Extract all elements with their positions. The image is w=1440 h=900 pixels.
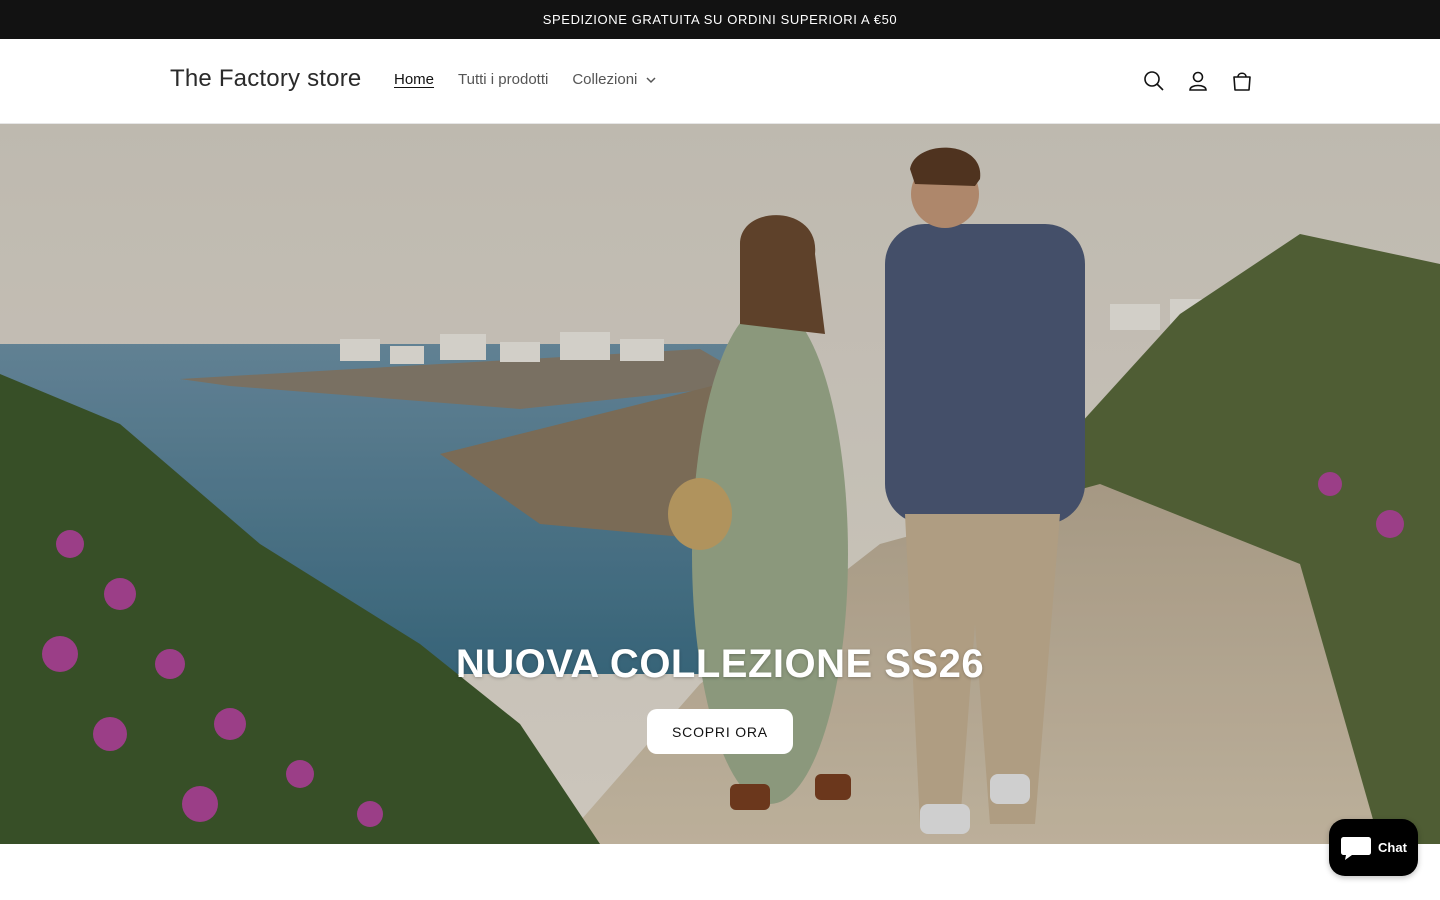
account-icon xyxy=(1189,71,1207,91)
chevron-down-icon xyxy=(646,76,656,83)
announcement-text: SPEDIZIONE GRATUITA SU ORDINI SUPERIORI … xyxy=(542,12,898,27)
chat-button[interactable]: Chat xyxy=(1329,819,1418,876)
nav-home[interactable]: Home xyxy=(394,71,434,88)
hero-banner: NUOVA COLLEZIONE SS26 SCOPRI ORA xyxy=(0,124,1440,844)
header-icons xyxy=(1132,67,1264,95)
search-icon xyxy=(1144,71,1164,91)
account-button[interactable] xyxy=(1176,67,1220,95)
main-nav: Home Tutti i prodotti Collezioni xyxy=(394,71,681,88)
store-logo[interactable]: The Factory store xyxy=(170,65,361,93)
hero-title: NUOVA COLLEZIONE SS26 xyxy=(455,642,985,686)
announcement-bar: SPEDIZIONE GRATUITA SU ORDINI SUPERIORI … xyxy=(0,0,1440,39)
cart-icon xyxy=(1233,72,1251,91)
chat-label: Chat xyxy=(1378,840,1407,855)
nav-collections[interactable]: Collezioni xyxy=(572,71,657,88)
shop-now-button[interactable]: SCOPRI ORA xyxy=(647,709,793,754)
cart-button[interactable] xyxy=(1220,67,1264,95)
nav-collections-label: Collezioni xyxy=(572,71,638,88)
nav-all-products[interactable]: Tutti i prodotti xyxy=(458,71,548,88)
chat-bubble-icon xyxy=(1341,836,1372,860)
site-header: The Factory store Home Tutti i prodotti … xyxy=(0,39,1440,124)
search-button[interactable] xyxy=(1132,67,1176,95)
